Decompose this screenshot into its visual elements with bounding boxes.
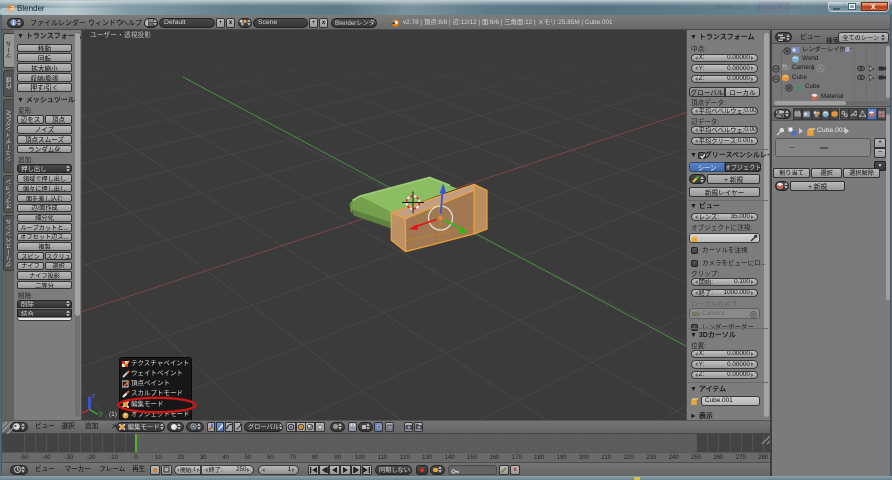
svg-text:z: z — [92, 393, 96, 400]
svg-text:y: y — [99, 411, 103, 418]
